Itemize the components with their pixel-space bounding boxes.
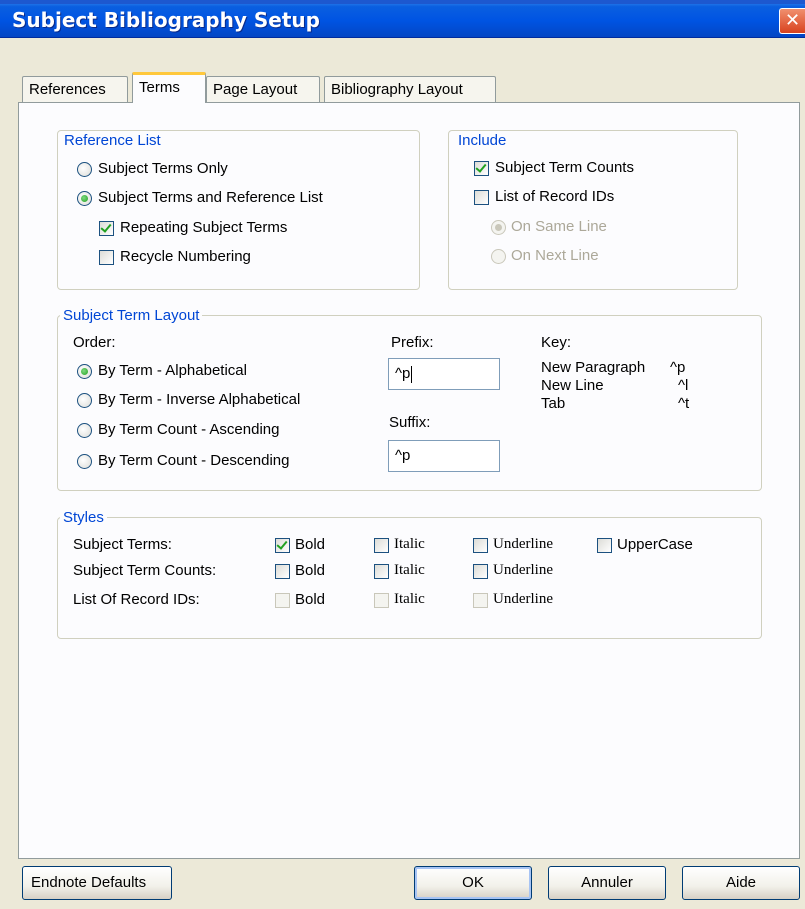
subject-terms-italic-checkbox[interactable] bbox=[374, 538, 389, 553]
tab-label: Terms bbox=[139, 79, 180, 96]
styles-title: Styles bbox=[60, 509, 107, 526]
subject-terms-and-ref-list-label: Subject Terms and Reference List bbox=[98, 189, 323, 206]
repeating-subject-terms-checkbox[interactable] bbox=[99, 221, 114, 236]
tab-label: Page Layout bbox=[213, 81, 298, 98]
tab-terms[interactable]: Terms bbox=[132, 72, 206, 103]
include-title: Include bbox=[455, 132, 510, 149]
key-new-line: New Line bbox=[541, 377, 604, 394]
terms-tab-panel: Reference List Subject Terms Only Subjec… bbox=[18, 102, 800, 859]
tab-label: Bibliography Layout bbox=[331, 81, 463, 98]
suffix-input[interactable]: ^p bbox=[388, 440, 500, 472]
record-ids-italic-checkbox[interactable] bbox=[374, 593, 389, 608]
style-row-term-counts-label: Subject Term Counts: bbox=[73, 562, 217, 579]
key-new-line-code: ^l bbox=[678, 377, 689, 394]
order-label: Order: bbox=[73, 334, 116, 351]
text-caret bbox=[411, 365, 413, 383]
term-counts-underline-label: Underline bbox=[493, 562, 553, 578]
on-same-line-label: On Same Line bbox=[511, 218, 607, 235]
subject-terms-uppercase-checkbox[interactable] bbox=[597, 538, 612, 553]
order-alphabetical-radio[interactable] bbox=[77, 364, 92, 379]
recycle-numbering-label: Recycle Numbering bbox=[120, 248, 251, 265]
record-ids-bold-label: Bold bbox=[295, 591, 326, 608]
suffix-value: ^p bbox=[395, 447, 411, 464]
key-tab-code: ^t bbox=[678, 395, 690, 412]
endnote-defaults-button[interactable]: Endnote Defaults bbox=[22, 866, 172, 900]
order-count-descending-label: By Term Count - Descending bbox=[98, 452, 290, 469]
subject-term-layout-title: Subject Term Layout bbox=[60, 307, 203, 324]
style-row-record-ids-label: List Of Record IDs: bbox=[73, 591, 200, 608]
style-row-subject-terms-label: Subject Terms: bbox=[73, 536, 172, 553]
title-bar-strip bbox=[0, 0, 805, 4]
window-title: Subject Bibliography Setup bbox=[12, 8, 320, 32]
ok-button[interactable]: OK bbox=[414, 866, 532, 900]
close-button[interactable]: ✕ bbox=[779, 8, 805, 34]
term-counts-italic-checkbox[interactable] bbox=[374, 564, 389, 579]
subject-terms-only-label: Subject Terms Only bbox=[98, 160, 228, 177]
subject-terms-underline-label: Underline bbox=[493, 536, 553, 552]
subject-terms-and-ref-list-radio[interactable] bbox=[77, 191, 92, 206]
key-new-paragraph-code: ^p bbox=[670, 359, 686, 376]
tab-page-layout[interactable]: Page Layout bbox=[206, 76, 320, 102]
prefix-value: ^p bbox=[395, 365, 411, 382]
record-ids-bold-checkbox[interactable] bbox=[275, 593, 290, 608]
list-of-record-ids-checkbox[interactable] bbox=[474, 190, 489, 205]
tab-label: References bbox=[29, 81, 106, 98]
term-counts-bold-label: Bold bbox=[295, 562, 326, 579]
term-counts-italic-label: Italic bbox=[394, 562, 425, 578]
record-ids-italic-label: Italic bbox=[394, 591, 425, 607]
on-same-line-radio[interactable] bbox=[491, 220, 506, 235]
on-next-line-label: On Next Line bbox=[511, 247, 599, 264]
key-label: Key: bbox=[541, 334, 572, 351]
include-group bbox=[448, 130, 738, 290]
title-bar[interactable]: Subject Bibliography Setup ✕ bbox=[0, 0, 805, 38]
order-count-ascending-radio[interactable] bbox=[77, 423, 92, 438]
list-of-record-ids-label: List of Record IDs bbox=[495, 188, 615, 205]
cancel-button[interactable]: Annuler bbox=[548, 866, 666, 900]
tab-bibliography-layout[interactable]: Bibliography Layout bbox=[324, 76, 496, 102]
suffix-label: Suffix: bbox=[389, 414, 431, 431]
subject-term-counts-label: Subject Term Counts bbox=[495, 159, 634, 176]
order-alphabetical-label: By Term - Alphabetical bbox=[98, 362, 247, 379]
order-inverse-alphabetical-radio[interactable] bbox=[77, 393, 92, 408]
help-button[interactable]: Aide bbox=[682, 866, 800, 900]
subject-term-counts-checkbox[interactable] bbox=[474, 161, 489, 176]
term-counts-underline-checkbox[interactable] bbox=[473, 564, 488, 579]
subject-terms-bold-checkbox[interactable] bbox=[275, 538, 290, 553]
record-ids-underline-label: Underline bbox=[493, 591, 553, 607]
subject-terms-only-radio[interactable] bbox=[77, 162, 92, 177]
key-new-paragraph: New Paragraph bbox=[541, 359, 646, 376]
repeating-subject-terms-label: Repeating Subject Terms bbox=[120, 219, 288, 236]
order-inverse-alphabetical-label: By Term - Inverse Alphabetical bbox=[98, 391, 301, 408]
recycle-numbering-checkbox[interactable] bbox=[99, 250, 114, 265]
on-next-line-radio[interactable] bbox=[491, 249, 506, 264]
tab-references[interactable]: References bbox=[22, 76, 128, 102]
key-tab: Tab bbox=[541, 395, 566, 412]
prefix-label: Prefix: bbox=[391, 334, 434, 351]
order-count-ascending-label: By Term Count - Ascending bbox=[98, 421, 280, 438]
subject-terms-bold-label: Bold bbox=[295, 536, 326, 553]
term-counts-bold-checkbox[interactable] bbox=[275, 564, 290, 579]
reference-list-group bbox=[57, 130, 420, 290]
subject-terms-italic-label: Italic bbox=[394, 536, 425, 552]
subject-terms-uppercase-label: UpperCase bbox=[617, 536, 693, 553]
reference-list-title: Reference List bbox=[61, 132, 164, 149]
record-ids-underline-checkbox[interactable] bbox=[473, 593, 488, 608]
prefix-input[interactable]: ^p bbox=[388, 358, 500, 390]
close-icon: ✕ bbox=[784, 10, 801, 30]
order-count-descending-radio[interactable] bbox=[77, 454, 92, 469]
subject-terms-underline-checkbox[interactable] bbox=[473, 538, 488, 553]
